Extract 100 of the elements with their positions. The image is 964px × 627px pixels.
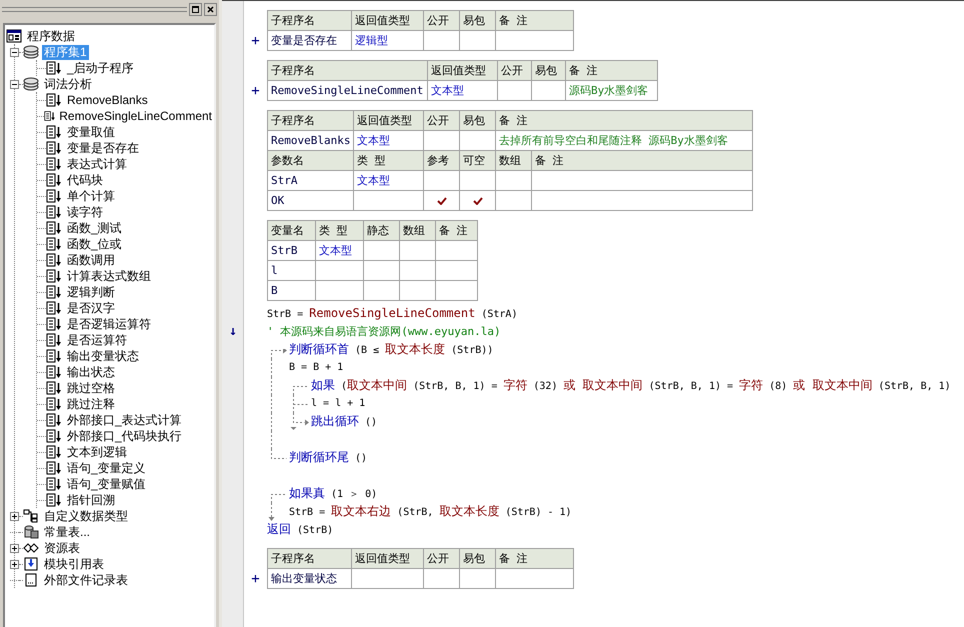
table-cell xyxy=(496,191,532,211)
header-cell: 易包 xyxy=(460,11,496,31)
tree-item[interactable]: 指针回溯 xyxy=(65,492,117,508)
table-cell xyxy=(424,31,460,51)
tree-item[interactable]: 常量表... xyxy=(42,524,92,540)
tree-item[interactable]: 程序数据 xyxy=(25,28,77,44)
checkbox-cell[interactable] xyxy=(424,171,460,191)
tree-item[interactable]: 单个计算 xyxy=(65,188,117,204)
document-arrow-icon xyxy=(46,381,62,395)
document-arrow-icon xyxy=(46,461,62,475)
tree-item[interactable]: 读字符 xyxy=(65,204,105,220)
tree-item[interactable]: 自定义数据类型 xyxy=(42,508,130,524)
tree-item[interactable]: 跳过空格 xyxy=(65,380,117,396)
expand-mark[interactable]: + xyxy=(244,31,267,51)
code-line: l = l + 1 xyxy=(311,397,366,411)
table-cell: 文本型 xyxy=(354,131,424,151)
tree-item[interactable]: 语句_变量赋值 xyxy=(65,476,148,492)
header-cell: 类 型 xyxy=(354,151,424,171)
document-arrow-icon xyxy=(46,349,62,363)
checkbox-cell[interactable] xyxy=(424,191,460,211)
table-cell: 逻辑型 xyxy=(352,31,424,51)
table-cell: RemoveBlanks xyxy=(268,131,354,151)
tree-item[interactable]: RemoveBlanks xyxy=(65,92,150,108)
table-cell xyxy=(460,569,496,589)
plus-icon xyxy=(11,512,18,520)
table-cell: B xyxy=(268,281,316,301)
tree-item[interactable]: 文本到逻辑 xyxy=(65,444,129,460)
tree-item[interactable]: 外部接口_代码块执行 xyxy=(65,428,184,444)
tree-item[interactable]: 是否运算符 xyxy=(65,332,129,348)
code-line: 判断循环尾 () xyxy=(289,449,368,466)
table-cell: 文本型 xyxy=(354,171,424,191)
code-line: B = B + 1 xyxy=(289,361,344,375)
document-arrow-icon xyxy=(46,365,62,379)
tree-item[interactable]: 计算表达式数组 xyxy=(65,268,153,284)
header-cell: 数组 xyxy=(496,151,532,171)
checkbox-cell[interactable] xyxy=(460,191,496,211)
tree-item[interactable]: 词法分析 xyxy=(42,76,94,92)
tree-item[interactable]: RemoveSingleLineComment xyxy=(57,108,214,124)
table-cell xyxy=(364,261,400,281)
code-line: 如果 (取文本中间 (StrB, B, 1) = 字符 (32) 或 取文本中间 (StrB, B, 1) = 字符 (8) 或 取文本中间 (StrB, B, 1) xyxy=(311,377,951,394)
header-cell: 公开 xyxy=(424,549,460,569)
tree-item[interactable]: 变量取值 xyxy=(65,124,117,140)
code-line: 跳出循环 () xyxy=(311,413,378,430)
tree-item[interactable]: 是否汉字 xyxy=(65,300,117,316)
collapse-toggle[interactable] xyxy=(10,48,19,56)
expand-toggle[interactable] xyxy=(10,512,19,520)
table-cell xyxy=(424,131,460,151)
table-cell xyxy=(436,281,478,301)
expand-toggle[interactable] xyxy=(10,544,19,552)
document-arrow-icon xyxy=(46,205,62,219)
header-cell: 返回值类型 xyxy=(352,11,424,31)
check-icon xyxy=(436,196,446,204)
maximize-button[interactable] xyxy=(189,2,202,16)
document-arrow-icon xyxy=(46,157,62,171)
tree-item[interactable]: 外部文件记录表 xyxy=(42,572,130,588)
diamonds-icon xyxy=(23,541,39,555)
tree-item[interactable]: 逻辑判断 xyxy=(65,284,117,300)
header-cell: 公开 xyxy=(424,11,460,31)
tree-item[interactable]: _启动子程序 xyxy=(65,60,136,76)
tree-item[interactable]: 外部接口_表达式计算 xyxy=(65,412,184,428)
table-cell xyxy=(364,241,400,261)
table-cell xyxy=(316,281,364,301)
disk-stack-icon xyxy=(23,77,39,91)
tree-item[interactable]: 函数调用 xyxy=(65,252,117,268)
cylinder-icon xyxy=(23,525,39,539)
document-arrow-icon xyxy=(46,333,62,347)
tree-item[interactable]: 函数_位或 xyxy=(65,236,124,252)
table-cell: 输出变量状态 xyxy=(268,569,352,589)
close-button[interactable] xyxy=(204,2,217,16)
tree-item[interactable]: 表达式计算 xyxy=(65,156,129,172)
document-arrow-icon xyxy=(46,189,62,203)
tree-item[interactable]: 变量是否存在 xyxy=(65,140,141,156)
header-cell: 返回值类型 xyxy=(352,549,424,569)
table-cell: 文本型 xyxy=(428,81,498,101)
expand-toggle[interactable] xyxy=(10,560,19,568)
header-cell: 备 注 xyxy=(566,61,658,81)
expand-mark[interactable]: + xyxy=(244,569,267,589)
grid-window-icon xyxy=(6,29,22,43)
breakpoint-arrow: ↓ xyxy=(229,323,237,341)
tree-item[interactable]: 资源表 xyxy=(42,540,82,556)
table-cell xyxy=(354,191,424,211)
expand-mark[interactable]: + xyxy=(244,81,267,101)
maximize-icon xyxy=(192,6,199,12)
code-comment: ' 本源码来自易语言资源网(www.eyuyan.la) xyxy=(267,324,501,340)
tree-item[interactable]: 模块引用表 xyxy=(42,556,106,572)
tree-item[interactable]: 函数_测试 xyxy=(65,220,124,236)
tree-item[interactable]: 跳过注释 xyxy=(65,396,117,412)
tree-item[interactable]: 输出变量状态 xyxy=(65,348,141,364)
header-cell: 返回值类型 xyxy=(428,61,498,81)
tree-item[interactable]: 是否逻辑运算符 xyxy=(65,316,153,332)
document-arrow-icon xyxy=(46,477,62,491)
document-arrow-icon xyxy=(46,253,62,267)
tree-item[interactable]: 输出状态 xyxy=(65,364,117,380)
checkbox-cell[interactable] xyxy=(460,171,496,191)
document-arrow-icon xyxy=(46,397,62,411)
collapse-toggle[interactable] xyxy=(10,80,19,88)
tree-item[interactable]: 代码块 xyxy=(65,172,105,188)
tree-item[interactable]: 语句_变量定义 xyxy=(65,460,148,476)
page-icon xyxy=(23,573,39,587)
header-cell: 子程序名 xyxy=(268,61,428,81)
